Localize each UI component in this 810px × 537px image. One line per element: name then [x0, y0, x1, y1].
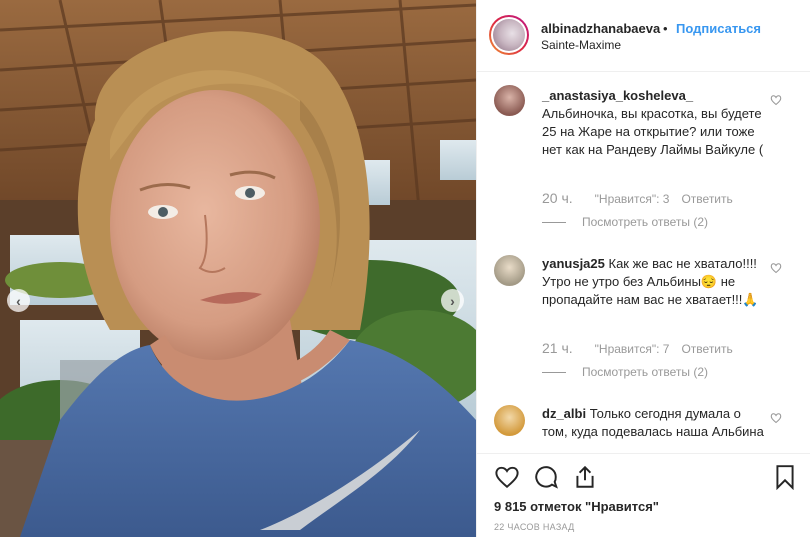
- comment-like-icon[interactable]: [770, 94, 782, 106]
- post-photo[interactable]: ‹ ›: [0, 0, 476, 537]
- comment-username[interactable]: yanusja25: [542, 256, 605, 271]
- location-link[interactable]: Sainte-Maxime: [541, 38, 621, 52]
- comment-meta: 20 ч. "Нравится": 3 Ответить: [542, 190, 733, 206]
- comment-like-icon[interactable]: [770, 262, 782, 274]
- author-username[interactable]: albinadzhanabaeva: [541, 21, 660, 36]
- commenter-avatar[interactable]: [494, 85, 525, 116]
- share-icon[interactable]: [572, 464, 598, 490]
- comment-username[interactable]: dz_albi: [542, 406, 586, 421]
- commenter-avatar[interactable]: [494, 405, 525, 436]
- view-replies-button[interactable]: Посмотреть ответы (2): [542, 365, 708, 379]
- author-avatar[interactable]: [489, 15, 529, 55]
- comment-username[interactable]: _anastasiya_kosheleva_: [542, 88, 693, 103]
- separator-dot: •: [663, 21, 668, 36]
- post-side-panel: albinadzhanabaeva • Подписаться Sainte-M…: [476, 0, 810, 537]
- comment-like-icon[interactable]: [770, 412, 782, 424]
- replies-line: [542, 221, 566, 223]
- heart-icon[interactable]: [494, 464, 520, 490]
- view-replies-button[interactable]: Посмотреть ответы (2): [542, 215, 708, 229]
- post-actions: 9 815 отметок "Нравится" 22 ЧАСОВ НАЗАД: [477, 453, 810, 537]
- bookmark-icon[interactable]: [772, 464, 798, 490]
- chevron-right-icon: ›: [450, 292, 455, 309]
- post-time: 22 ЧАСОВ НАЗАД: [494, 522, 575, 532]
- post-header: albinadzhanabaeva • Подписаться Sainte-M…: [477, 0, 810, 72]
- follow-button[interactable]: Подписаться: [676, 21, 761, 36]
- likes-count[interactable]: 9 815 отметок "Нравится": [494, 499, 659, 514]
- chevron-left-icon: ‹: [16, 292, 21, 309]
- selfie-image: [0, 0, 476, 537]
- carousel-next-button[interactable]: ›: [441, 289, 464, 312]
- comment-text-block: _anastasiya_kosheleva_ Альбиночка, вы кр…: [542, 87, 764, 159]
- comment-text-block: dz_albi Только сегодня думала о том, куд…: [542, 405, 764, 441]
- comment-text-block: yanusja25 Как же вас не хватало!!!! Утро…: [542, 255, 764, 309]
- replies-line: [542, 371, 566, 373]
- comment-text: Альбиночка, вы красотка, вы будете 25 на…: [542, 106, 764, 157]
- reply-button[interactable]: Ответить: [681, 192, 732, 206]
- view-replies-label: Посмотреть ответы (2): [582, 215, 709, 229]
- comment-time: 20 ч.: [542, 190, 573, 206]
- comment-likes[interactable]: "Нравится": 3: [595, 192, 670, 206]
- comment-icon[interactable]: [533, 464, 559, 490]
- comment-time: 21 ч.: [542, 340, 573, 356]
- reply-button[interactable]: Ответить: [681, 342, 732, 356]
- view-replies-label: Посмотреть ответы (2): [582, 365, 709, 379]
- commenter-avatar[interactable]: [494, 255, 525, 286]
- comment-likes[interactable]: "Нравится": 7: [595, 342, 670, 356]
- comments-list[interactable]: _anastasiya_kosheleva_ Альбиночка, вы кр…: [477, 73, 810, 453]
- carousel-prev-button[interactable]: ‹: [7, 289, 30, 312]
- comment-meta: 21 ч. "Нравится": 7 Ответить: [542, 340, 733, 356]
